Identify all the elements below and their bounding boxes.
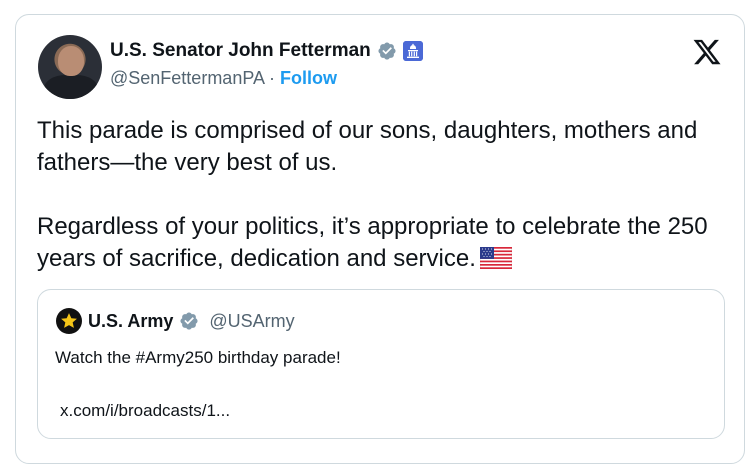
avatar-body bbox=[44, 75, 98, 99]
army-star-glyph bbox=[61, 313, 77, 328]
us-capitol-icon bbox=[402, 41, 423, 61]
quoted-tweet[interactable]: U.S. Army @USArmy Watch the #Army250 bir… bbox=[37, 289, 725, 439]
tweet-paragraph-1: This parade is comprised of our sons, da… bbox=[37, 117, 698, 176]
follow-button[interactable]: Follow bbox=[280, 68, 337, 88]
author-name-row: U.S. Senator John Fetterman bbox=[110, 40, 423, 62]
us-flag-icon bbox=[479, 247, 512, 269]
x-logo-icon[interactable] bbox=[692, 37, 722, 67]
verified-gray-check-icon bbox=[378, 42, 396, 60]
author-handle-row: @SenFettermanPA · Follow bbox=[110, 68, 337, 89]
tweet-paragraph-2-text: Regardless of your politics, it’s approp… bbox=[37, 213, 708, 272]
quoted-tweet-link[interactable]: x.com/i/broadcasts/1... bbox=[60, 399, 230, 423]
army-star-icon[interactable] bbox=[56, 308, 82, 334]
tweet-paragraph-2: Regardless of your politics, it’s approp… bbox=[37, 211, 727, 275]
author-display-name[interactable]: U.S. Senator John Fetterman bbox=[110, 40, 371, 62]
handle-separator: · bbox=[269, 68, 276, 88]
avatar-head bbox=[58, 46, 84, 76]
quoted-tweet-header: U.S. Army @USArmy bbox=[56, 308, 295, 334]
author-handle[interactable]: @SenFettermanPA bbox=[110, 68, 264, 88]
quoted-display-name[interactable]: U.S. Army bbox=[88, 311, 173, 332]
tweet-body: This parade is comprised of our sons, da… bbox=[37, 115, 727, 275]
author-avatar[interactable] bbox=[38, 35, 102, 99]
verified-gray-check-icon bbox=[180, 312, 198, 330]
quoted-handle[interactable]: @USArmy bbox=[209, 311, 294, 332]
embedded-tweet-card[interactable]: U.S. Senator John Fetterman @SenFetterma… bbox=[15, 14, 745, 464]
quoted-tweet-text: Watch the #Army250 birthday parade! bbox=[55, 348, 341, 367]
